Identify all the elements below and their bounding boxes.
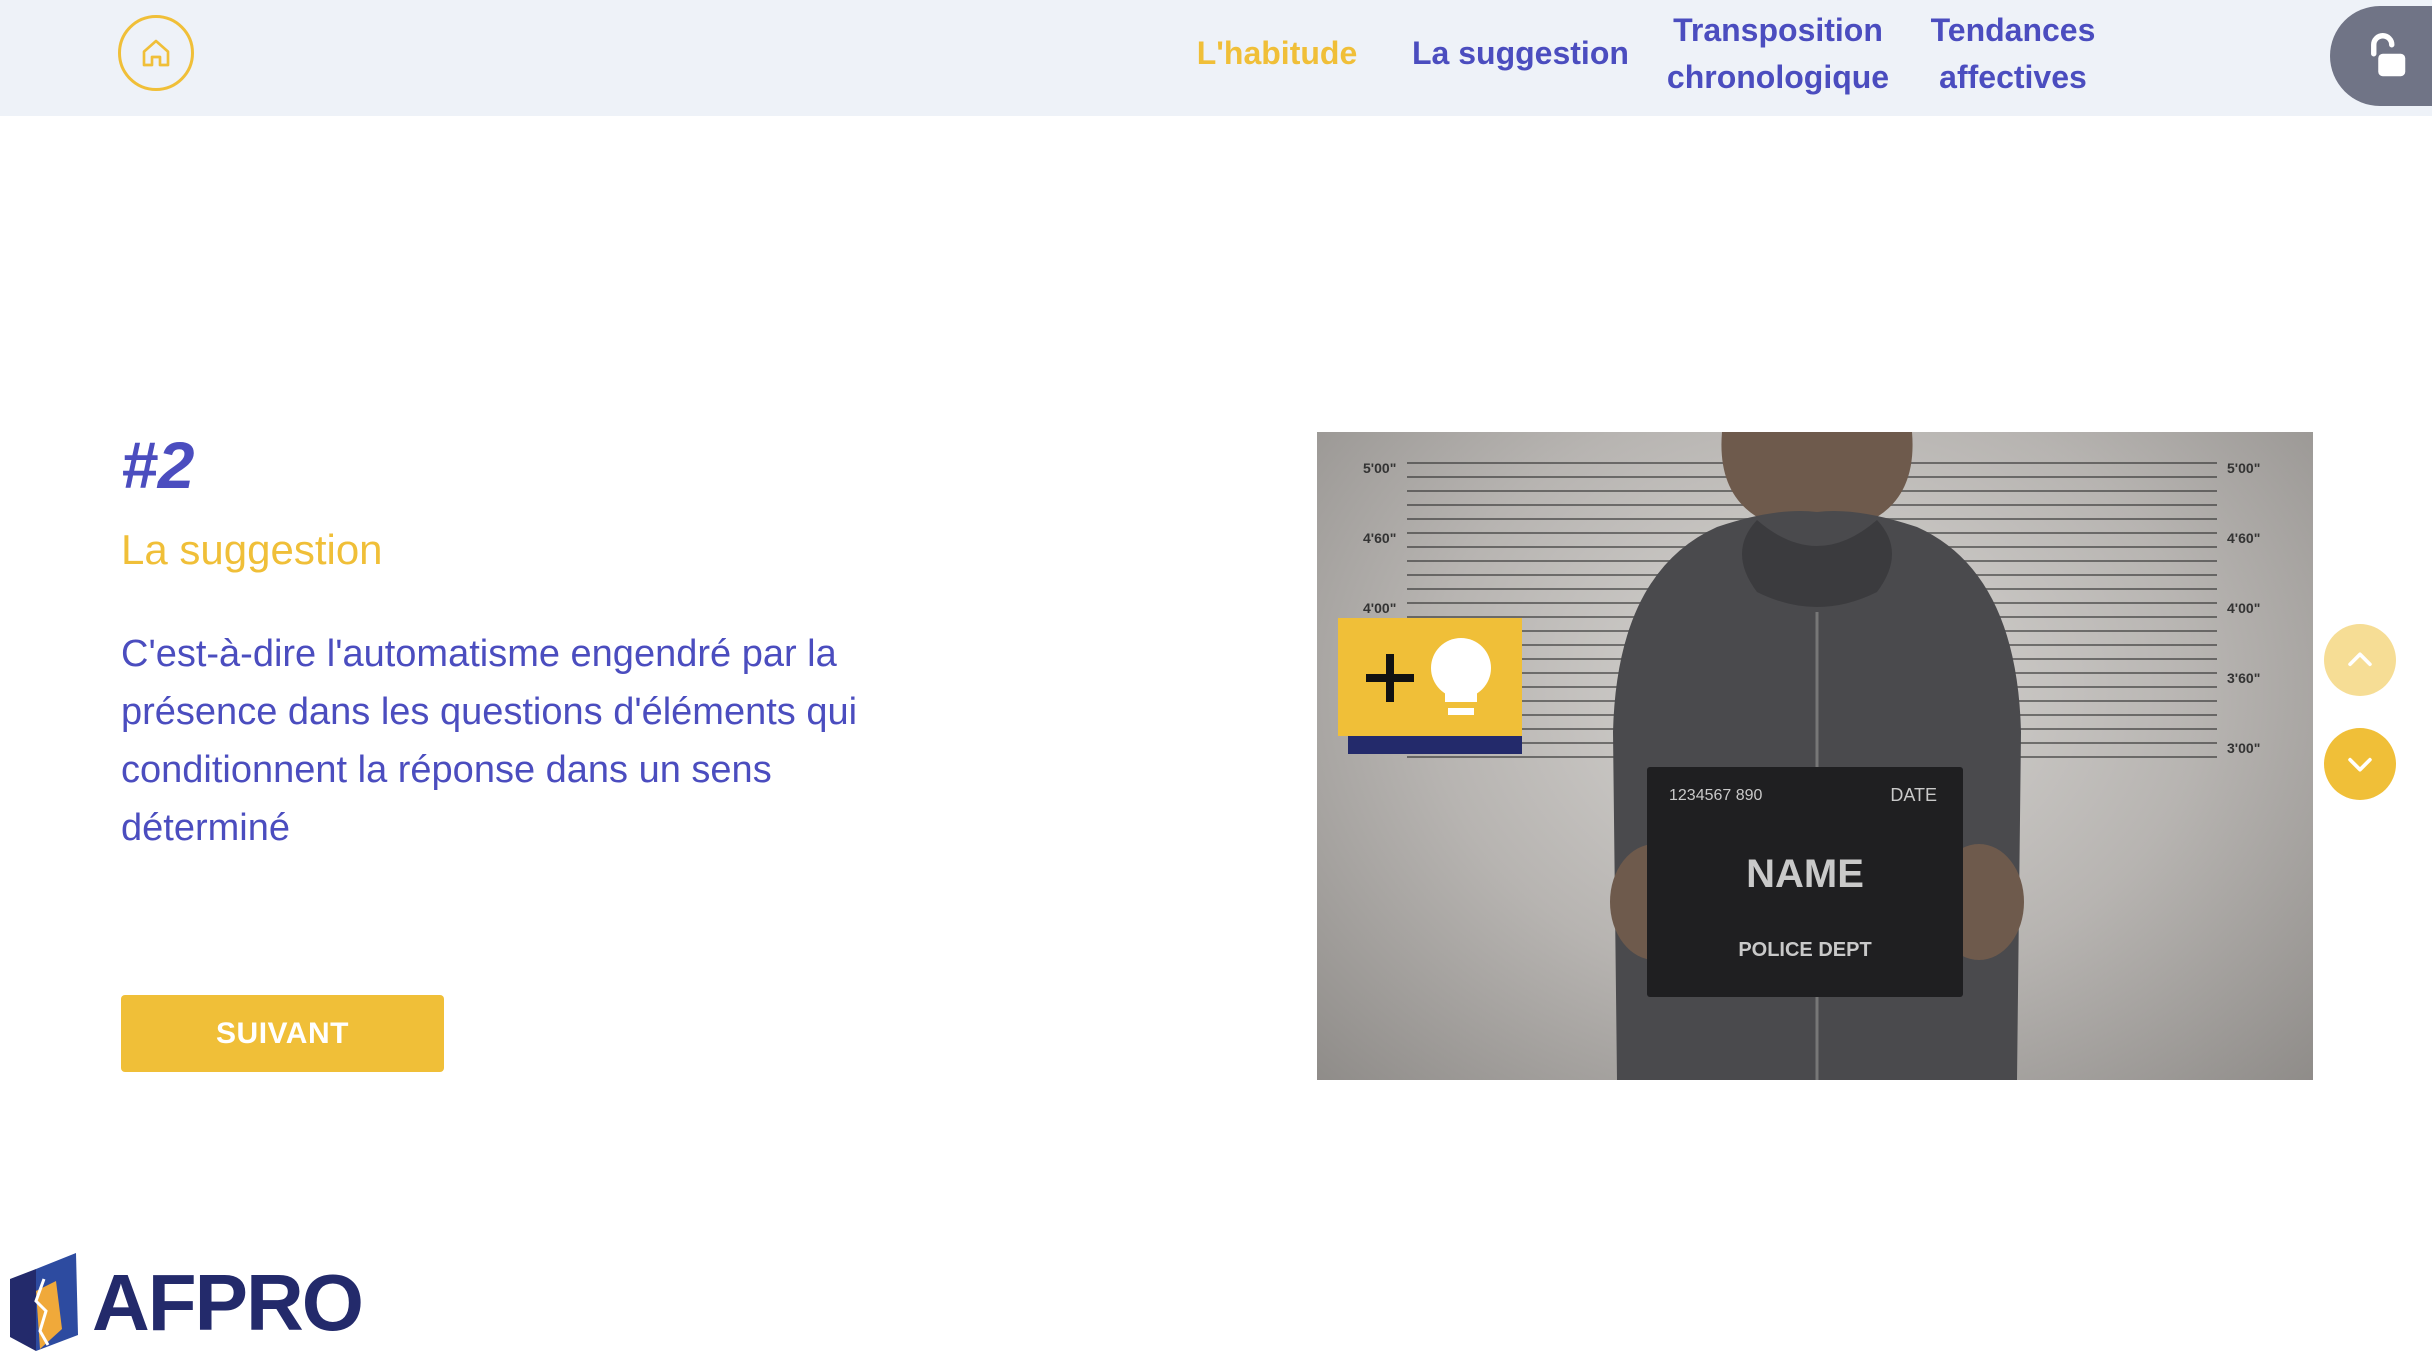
- mugshot-image: 5'00" 4'60" 4'00" 3'00" 5'00" 4'60" 4'00…: [1317, 432, 2313, 1080]
- top-nav-bar: L'habitude La suggestion Transposition c…: [0, 0, 2432, 116]
- next-button[interactable]: SUIVANT: [121, 995, 444, 1072]
- sign-name: NAME: [1746, 852, 1864, 896]
- afpro-logo: AFPRO: [6, 1250, 364, 1356]
- chevron-up-icon: [2348, 652, 2372, 667]
- unlock-icon: [2371, 33, 2406, 77]
- logo-text: AFPRO: [92, 1258, 364, 1347]
- step-description: C'est-à-dire l'automatisme engendré par …: [121, 633, 858, 849]
- scroll-down-button[interactable]: [2324, 728, 2396, 800]
- nav-item-tendances[interactable]: Tendances affectives: [1920, 7, 2106, 101]
- nav-item-tendances-label: Tendances affectives: [1930, 12, 2096, 95]
- home-icon: [142, 39, 170, 67]
- hint-button[interactable]: [1338, 618, 1522, 736]
- unlock-button[interactable]: [2330, 6, 2432, 106]
- nav-item-habitude[interactable]: L'habitude: [1182, 30, 1372, 77]
- home-button[interactable]: [118, 15, 194, 91]
- step-number: #2: [121, 428, 195, 502]
- nav-item-suggestion[interactable]: La suggestion: [1412, 30, 1629, 77]
- nav-item-transposition-label: Transposition chronologique: [1666, 12, 1890, 95]
- hint-box-stripe: [1348, 736, 1522, 754]
- sign-date: DATE: [1890, 785, 1937, 805]
- lightbulb-plus-icon: [1366, 638, 1491, 715]
- scroll-up-button[interactable]: [2324, 624, 2396, 696]
- name-sign: 1234567 890 DATE NAME POLICE DEPT: [1647, 767, 1963, 997]
- sign-number: 1234567 890: [1669, 787, 1763, 804]
- nav-item-transposition[interactable]: Transposition chronologique: [1650, 7, 1906, 101]
- afpro-emblem-icon: [10, 1253, 78, 1351]
- chevron-down-icon: [2348, 757, 2372, 772]
- step-title: La suggestion: [121, 526, 383, 573]
- sign-dept: POLICE DEPT: [1738, 939, 1872, 961]
